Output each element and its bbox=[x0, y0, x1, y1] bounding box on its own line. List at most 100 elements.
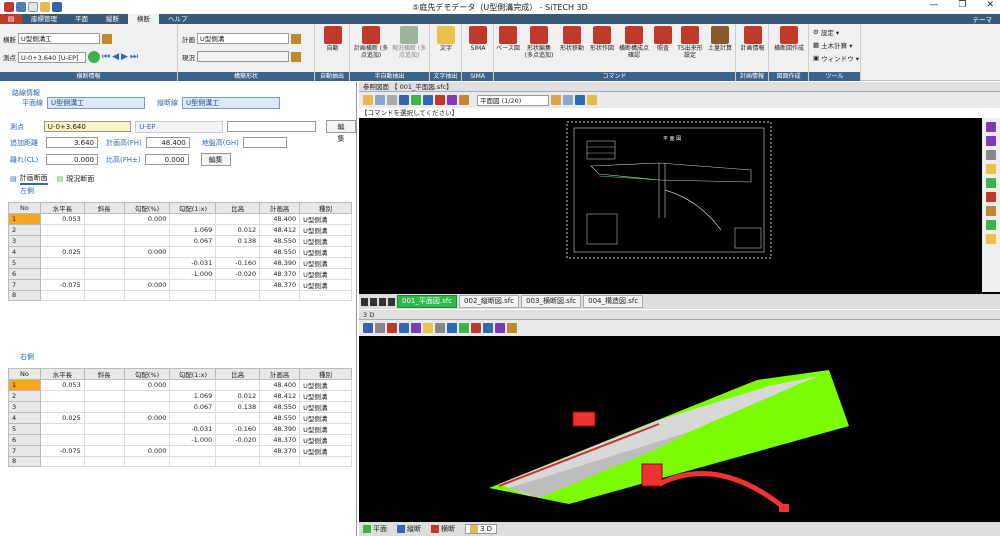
ratio-field[interactable]: 0.000 bbox=[144, 154, 189, 165]
table-cell[interactable] bbox=[215, 213, 261, 225]
table-cell[interactable] bbox=[299, 290, 352, 301]
tab-plane[interactable]: 平面 bbox=[66, 14, 97, 24]
table-cell[interactable]: 0.000 bbox=[123, 412, 171, 424]
sheet-tab-longitudinal[interactable]: 002_縦断図.sfc bbox=[459, 295, 520, 308]
table-cell[interactable] bbox=[215, 279, 261, 291]
table-cell[interactable] bbox=[215, 290, 261, 301]
view-tab-3d[interactable]: 3 D bbox=[465, 524, 498, 534]
table-cell[interactable]: -0.160 bbox=[215, 423, 261, 435]
table-cell[interactable]: 0.000 bbox=[123, 246, 171, 258]
ts-setting-button[interactable]: TS出来形 設定 bbox=[676, 26, 704, 59]
table-cell[interactable] bbox=[169, 279, 217, 291]
maximize-button[interactable]: ❐ bbox=[958, 0, 966, 10]
table-cell[interactable] bbox=[83, 268, 125, 280]
table-cell[interactable] bbox=[39, 257, 85, 269]
add-station-icon[interactable] bbox=[88, 51, 100, 63]
table-cell[interactable] bbox=[83, 235, 125, 247]
table-cell[interactable]: 0.000 bbox=[123, 279, 171, 291]
table-cell[interactable]: 48.550 bbox=[259, 401, 301, 413]
3d-measure-icon[interactable] bbox=[447, 323, 457, 333]
table-row[interactable]: 3 0.067 0.138 48.550 U型側溝 bbox=[8, 401, 352, 413]
3d-light-icon[interactable] bbox=[423, 323, 433, 333]
pen-tool-icon[interactable] bbox=[986, 206, 996, 216]
table-cell[interactable] bbox=[83, 434, 125, 446]
table-cell[interactable]: 0.138 bbox=[215, 401, 261, 413]
erase-tool-icon[interactable] bbox=[986, 220, 996, 230]
table-cell[interactable]: 0.000 bbox=[123, 379, 171, 391]
table-cell[interactable] bbox=[83, 445, 125, 457]
sima-button[interactable]: SIMA bbox=[465, 26, 491, 52]
view-tab-plane[interactable]: 平面 bbox=[363, 524, 387, 534]
table-cell[interactable]: 0.053 bbox=[39, 379, 85, 391]
table-cell[interactable]: 48.370 bbox=[259, 445, 301, 457]
table-cell[interactable]: U型側溝 bbox=[299, 401, 352, 413]
table-cell[interactable] bbox=[259, 290, 301, 301]
current-multi-button[interactable]: 現況横断 (多点追加) bbox=[390, 26, 428, 59]
plan-select[interactable]: U型側溝 bbox=[197, 33, 289, 44]
3d-fit-icon[interactable] bbox=[411, 323, 421, 333]
table-row[interactable]: 5 -0.031 -0.160 48.390 U型側溝 bbox=[8, 423, 352, 435]
column-header[interactable]: 斜長 bbox=[83, 202, 125, 214]
table-cell[interactable] bbox=[299, 456, 352, 467]
table-cell[interactable]: -1.000 bbox=[169, 434, 217, 446]
grid-tool-icon[interactable] bbox=[986, 150, 996, 160]
table-cell[interactable]: 48.400 bbox=[259, 213, 301, 225]
plan-multi-button[interactable]: 計画横断 (多点追加) bbox=[352, 26, 390, 59]
table-cell[interactable]: 48.370 bbox=[259, 268, 301, 280]
tab-current-section[interactable]: 現況断面 bbox=[66, 174, 94, 184]
table-cell[interactable] bbox=[169, 290, 217, 301]
table-cell[interactable] bbox=[169, 412, 217, 424]
check-tool-icon[interactable] bbox=[986, 192, 996, 202]
table-cell[interactable] bbox=[123, 423, 171, 435]
table-cell[interactable]: 6 bbox=[8, 268, 41, 280]
table-cell[interactable] bbox=[39, 423, 85, 435]
table-cell[interactable]: 1 bbox=[8, 379, 41, 391]
table-cell[interactable]: 1.069 bbox=[169, 390, 217, 402]
scale-icon[interactable] bbox=[423, 95, 433, 105]
refresh-icon[interactable] bbox=[459, 95, 469, 105]
table-cell[interactable]: U型側溝 bbox=[299, 423, 352, 435]
3d-render-icon[interactable] bbox=[471, 323, 481, 333]
table-cell[interactable]: U型側溝 bbox=[299, 412, 352, 424]
table-cell[interactable]: 48.412 bbox=[259, 390, 301, 402]
sheet-tab-plan[interactable]: 001_平面図.sfc bbox=[397, 295, 458, 308]
column-header[interactable]: 計画高 bbox=[259, 202, 301, 214]
table-cell[interactable]: 8 bbox=[8, 456, 41, 467]
table-cell[interactable]: 48.390 bbox=[259, 423, 301, 435]
table-cell[interactable]: U型側溝 bbox=[299, 434, 352, 446]
table-cell[interactable] bbox=[83, 290, 125, 301]
3d-section-icon[interactable] bbox=[459, 323, 469, 333]
table-cell[interactable]: 48.412 bbox=[259, 224, 301, 236]
table-cell[interactable]: 0.012 bbox=[215, 390, 261, 402]
table-cell[interactable] bbox=[39, 390, 85, 402]
table-cell[interactable]: 0.138 bbox=[215, 235, 261, 247]
sheet-prev-button[interactable] bbox=[370, 297, 377, 306]
theme-menu[interactable]: テーマ bbox=[973, 14, 993, 24]
table-cell[interactable] bbox=[83, 412, 125, 424]
ground-height-field[interactable] bbox=[242, 137, 287, 148]
table-cell[interactable] bbox=[83, 224, 125, 236]
base-drawing-button[interactable]: ベース図 bbox=[496, 26, 520, 52]
table-cell[interactable]: 7 bbox=[8, 445, 41, 457]
table-row[interactable]: 8 bbox=[8, 290, 352, 301]
3d-rotate-icon[interactable] bbox=[375, 323, 385, 333]
layer-icon[interactable] bbox=[411, 95, 421, 105]
3d-color-icon[interactable] bbox=[495, 323, 505, 333]
table-cell[interactable]: -0.020 bbox=[215, 434, 261, 446]
table-cell[interactable] bbox=[83, 213, 125, 225]
table-cell[interactable]: U型側溝 bbox=[299, 390, 352, 402]
table-cell[interactable]: -0.031 bbox=[169, 423, 217, 435]
shape-move-button[interactable]: 形状移動 bbox=[558, 26, 586, 52]
table-cell[interactable]: -1.000 bbox=[169, 268, 217, 280]
table-cell[interactable]: 1.069 bbox=[169, 224, 217, 236]
table-cell[interactable]: 48.370 bbox=[259, 279, 301, 291]
table-cell[interactable]: 0.067 bbox=[169, 235, 217, 247]
table-cell[interactable] bbox=[39, 235, 85, 247]
column-header[interactable]: 勾配(1:x) bbox=[169, 368, 217, 380]
close-button[interactable]: ✕ bbox=[986, 0, 994, 10]
table-cell[interactable] bbox=[123, 434, 171, 446]
table-cell[interactable] bbox=[123, 390, 171, 402]
add-distance-field[interactable]: 3.640 bbox=[46, 137, 98, 148]
table-row[interactable]: 8 bbox=[8, 456, 352, 467]
line-tool-icon[interactable] bbox=[986, 122, 996, 132]
